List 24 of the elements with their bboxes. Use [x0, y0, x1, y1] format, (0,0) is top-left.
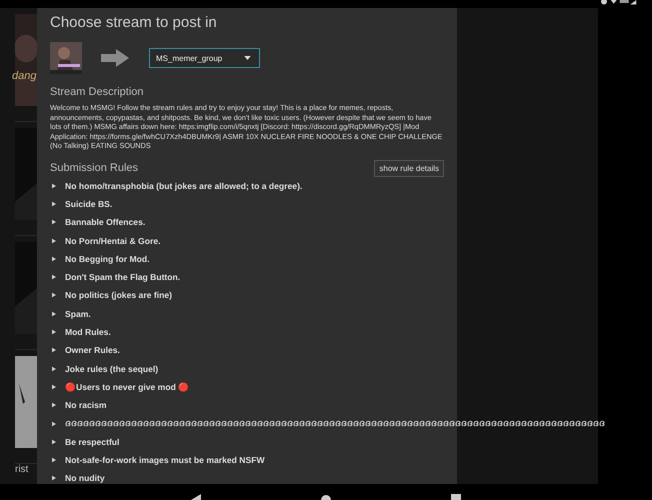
rule-title[interactable]: Mod Rules.	[65, 327, 111, 338]
rule-title[interactable]: No racism	[65, 400, 107, 410]
rule-title[interactable]: No politics (jokes are fine)	[65, 290, 172, 300]
rule-title[interactable]: ദദദദദദദദദദദദദദദദദദദദദദദദദദദദദദദദദദദദദദദദദദദദദദദദദദദദദദദദദദദദദദദദദദദദദദദദദദദദദദദദദദദദദദദദദദ	[65, 418, 605, 429]
caption-fragment: dang	[12, 70, 36, 82]
section-heading: Submission Rules	[50, 162, 138, 174]
rule-title[interactable]: 🔴Users to never give mod 🔴	[65, 382, 190, 392]
dialog-title: Choose stream to post in	[50, 14, 218, 31]
rule-title[interactable]: No nudity	[65, 473, 105, 484]
rule-title[interactable]: No homo/transphobia (but jokes are allowed; to a degree).	[65, 180, 302, 191]
rule-title[interactable]: Joke rules (the sequel)	[65, 364, 158, 374]
rule-title[interactable]: Owner Rules.	[65, 345, 120, 356]
rule-title[interactable]: Bannable Offences.	[65, 217, 146, 228]
rule-title[interactable]: Spam.	[65, 308, 91, 319]
caption-fragment: rist	[15, 464, 28, 475]
rule-title[interactable]: Don't Spam the Flag Button.	[65, 272, 180, 282]
rule-title[interactable]: Suicide BS.	[65, 198, 112, 209]
rule-title[interactable]: Not-safe-for-work images must be marked NSFW	[65, 455, 265, 466]
show-rule-details-button[interactable]: show rule details	[374, 160, 444, 176]
rule-title[interactable]: No Porn/Hentai & Gore.	[65, 236, 160, 246]
section-heading: Stream Description	[50, 86, 145, 98]
rule-title[interactable]: Be respectful	[65, 436, 120, 447]
rule-title[interactable]: No Begging for Mod.	[65, 254, 150, 264]
stream-select[interactable]: MS_memer_group	[149, 48, 260, 68]
